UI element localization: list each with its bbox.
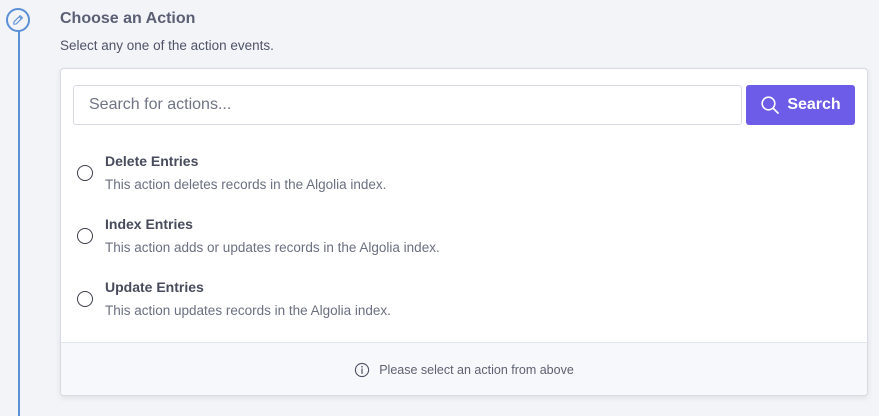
action-option-title: Index Entries [105, 216, 193, 232]
info-icon [354, 362, 370, 378]
search-bar: Search [73, 85, 856, 125]
action-step-panel: Choose an Action Select any one of the a… [0, 0, 879, 416]
selection-hint: Please select an action from above [61, 342, 867, 395]
step-indicator [6, 8, 30, 32]
search-button-label: Search [787, 96, 841, 113]
step-rail [18, 30, 20, 416]
action-option-title: Update Entries [105, 279, 204, 295]
action-option-description: This action updates records in the Algol… [105, 303, 391, 318]
action-option-title: Delete Entries [105, 153, 199, 169]
radio-button[interactable] [77, 165, 93, 181]
section-subtitle: Select any one of the action events. [60, 38, 274, 53]
search-button[interactable]: Search [746, 85, 855, 125]
action-option-index-entries[interactable]: Index Entries This action adds or update… [77, 216, 847, 279]
action-option-update-entries[interactable]: Update Entries This action updates recor… [77, 279, 847, 342]
action-card: Search Delete Entries This action delete… [60, 68, 868, 396]
search-icon [760, 95, 780, 115]
section-title: Choose an Action [60, 10, 196, 27]
action-options-list: Delete Entries This action deletes recor… [77, 153, 847, 342]
search-input[interactable] [73, 85, 742, 125]
pencil-icon [12, 14, 24, 26]
action-option-delete-entries[interactable]: Delete Entries This action deletes recor… [77, 153, 847, 216]
action-option-description: This action deletes records in the Algol… [105, 177, 387, 192]
radio-button[interactable] [77, 291, 93, 307]
action-option-description: This action adds or updates records in t… [105, 240, 440, 255]
radio-button[interactable] [77, 228, 93, 244]
selection-hint-text: Please select an action from above [379, 363, 574, 377]
